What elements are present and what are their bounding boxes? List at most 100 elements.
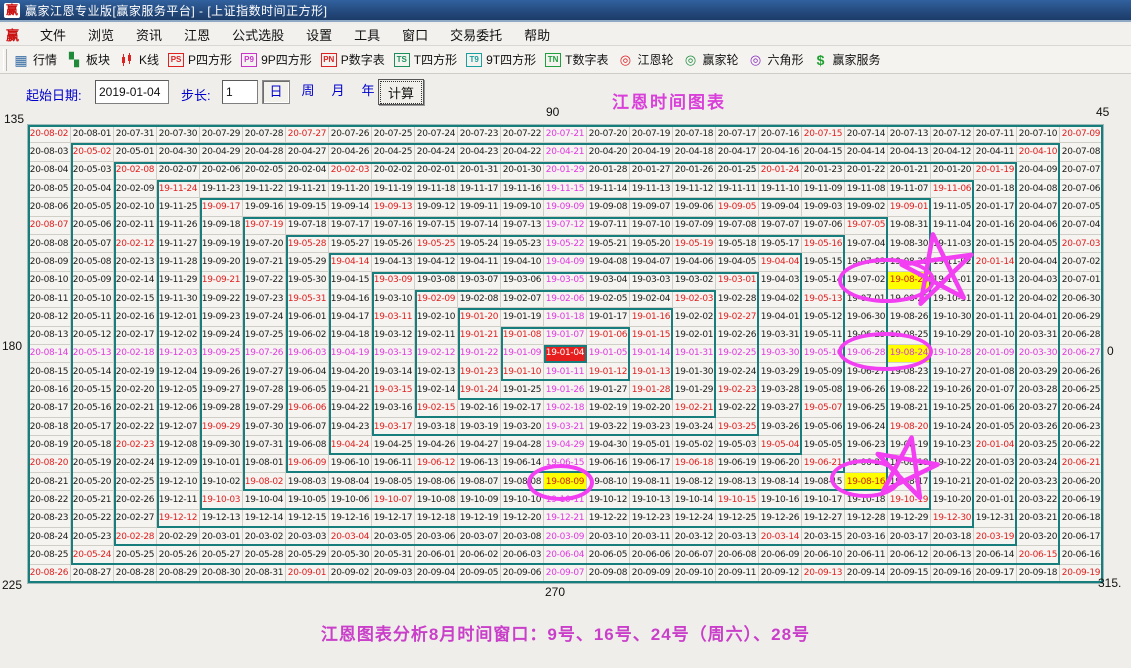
period-button-年[interactable]: 年 <box>354 80 382 104</box>
date-cell[interactable]: 19-09-25 <box>200 345 243 363</box>
date-cell[interactable]: 19-01-13 <box>630 363 673 381</box>
date-cell[interactable]: 19-10-31 <box>931 290 974 308</box>
date-cell[interactable]: 19-10-05 <box>286 491 329 509</box>
date-cell[interactable]: 19-07-16 <box>372 217 415 235</box>
date-cell[interactable]: 19-09-12 <box>415 198 458 216</box>
date-cell[interactable]: 19-04-10 <box>501 253 544 271</box>
date-cell[interactable]: 19-03-18 <box>415 418 458 436</box>
date-cell[interactable]: 20-02-13 <box>114 253 157 271</box>
date-cell[interactable]: 19-07-24 <box>243 308 286 326</box>
toolbar-button-K线[interactable]: K线 <box>119 51 159 68</box>
date-cell[interactable]: 19-04-27 <box>458 436 501 454</box>
date-cell[interactable]: 19-04-19 <box>329 345 372 363</box>
date-cell[interactable]: 19-08-26 <box>888 308 931 326</box>
date-cell[interactable]: 20-02-07 <box>157 162 200 180</box>
date-cell[interactable]: 20-01-11 <box>974 308 1017 326</box>
date-cell[interactable]: 19-09-01 <box>888 198 931 216</box>
date-cell[interactable]: 20-05-20 <box>71 473 114 491</box>
date-cell[interactable]: 20-05-14 <box>71 363 114 381</box>
date-cell[interactable]: 19-11-26 <box>157 217 200 235</box>
date-cell[interactable]: 20-01-29 <box>544 162 587 180</box>
date-cell[interactable]: 19-02-18 <box>544 400 587 418</box>
date-cell[interactable]: 20-02-11 <box>114 217 157 235</box>
date-cell[interactable]: 20-08-08 <box>28 235 71 253</box>
date-cell[interactable]: 20-04-05 <box>1017 235 1060 253</box>
date-cell[interactable]: 20-04-03 <box>1017 272 1060 290</box>
date-cell[interactable]: 19-07-23 <box>243 290 286 308</box>
date-cell[interactable]: 19-11-29 <box>157 272 200 290</box>
date-cell[interactable]: 19-04-16 <box>329 290 372 308</box>
date-cell[interactable]: 19-11-27 <box>157 235 200 253</box>
date-cell[interactable]: 19-07-17 <box>329 217 372 235</box>
date-cell[interactable]: 20-08-26 <box>28 565 71 583</box>
date-cell[interactable]: 20-04-17 <box>716 143 759 161</box>
date-cell[interactable]: 19-12-11 <box>157 491 200 509</box>
date-cell[interactable]: 20-09-07 <box>544 565 587 583</box>
date-cell[interactable]: 19-06-27 <box>845 363 888 381</box>
date-cell[interactable]: 20-01-03 <box>974 455 1017 473</box>
date-cell[interactable]: 19-08-27 <box>888 290 931 308</box>
date-cell[interactable]: 19-12-07 <box>157 418 200 436</box>
date-cell[interactable]: 20-04-10 <box>1017 143 1060 161</box>
date-cell[interactable]: 20-03-29 <box>1017 363 1060 381</box>
date-cell[interactable]: 20-08-27 <box>71 565 114 583</box>
date-cell[interactable]: 20-04-04 <box>1017 253 1060 271</box>
date-cell[interactable]: 20-01-21 <box>888 162 931 180</box>
date-cell[interactable]: 20-04-29 <box>200 143 243 161</box>
date-cell[interactable]: 19-09-27 <box>200 381 243 399</box>
date-cell[interactable]: 19-03-06 <box>501 272 544 290</box>
date-cell[interactable]: 19-05-11 <box>802 327 845 345</box>
date-cell[interactable]: 20-06-07 <box>673 546 716 564</box>
date-cell[interactable]: 19-06-07 <box>286 418 329 436</box>
date-cell[interactable]: 20-06-18 <box>1060 510 1103 528</box>
date-cell[interactable]: 19-12-26 <box>759 510 802 528</box>
date-cell[interactable]: 20-08-07 <box>28 217 71 235</box>
date-cell[interactable]: 19-08-22 <box>888 381 931 399</box>
date-cell[interactable]: 20-07-31 <box>114 125 157 143</box>
date-cell[interactable]: 20-04-18 <box>673 143 716 161</box>
date-cell[interactable]: 20-04-08 <box>1017 180 1060 198</box>
date-cell[interactable]: 20-07-01 <box>1060 272 1103 290</box>
date-cell[interactable]: 20-08-18 <box>28 418 71 436</box>
date-cell[interactable]: 19-05-20 <box>630 235 673 253</box>
date-cell[interactable]: 19-10-01 <box>200 455 243 473</box>
date-cell[interactable]: 19-09-07 <box>630 198 673 216</box>
date-cell[interactable]: 20-01-17 <box>974 198 1017 216</box>
date-cell[interactable]: 20-03-27 <box>1017 400 1060 418</box>
date-cell[interactable]: 20-02-12 <box>114 235 157 253</box>
step-input[interactable] <box>222 80 258 104</box>
date-cell[interactable]: 20-06-20 <box>1060 473 1103 491</box>
date-cell[interactable]: 20-04-07 <box>1017 198 1060 216</box>
date-cell[interactable]: 20-06-01 <box>415 546 458 564</box>
start-date-cell[interactable]: 19-01-04 <box>544 345 587 363</box>
date-cell[interactable]: 20-09-08 <box>587 565 630 583</box>
date-cell[interactable]: 19-03-16 <box>372 400 415 418</box>
date-cell[interactable]: 20-08-16 <box>28 381 71 399</box>
date-cell[interactable]: 20-05-02 <box>71 143 114 161</box>
date-cell[interactable]: 19-10-07 <box>372 491 415 509</box>
date-cell[interactable]: 20-05-17 <box>71 418 114 436</box>
date-cell[interactable]: 20-05-12 <box>71 327 114 345</box>
date-cell[interactable]: 20-06-11 <box>845 546 888 564</box>
date-cell[interactable]: 19-05-10 <box>802 345 845 363</box>
date-cell[interactable]: 19-12-05 <box>157 381 200 399</box>
date-cell[interactable]: 20-03-15 <box>802 528 845 546</box>
date-cell[interactable]: 19-05-16 <box>802 235 845 253</box>
date-cell[interactable]: 19-09-04 <box>759 198 802 216</box>
date-cell[interactable]: 19-09-17 <box>200 198 243 216</box>
date-cell[interactable]: 20-03-31 <box>1017 327 1060 345</box>
date-cell[interactable]: 20-09-18 <box>1017 565 1060 583</box>
date-cell[interactable]: 19-03-13 <box>372 345 415 363</box>
date-cell[interactable]: 19-03-20 <box>501 418 544 436</box>
date-cell[interactable]: 19-12-24 <box>673 510 716 528</box>
date-cell[interactable]: 19-06-23 <box>845 436 888 454</box>
date-cell[interactable]: 20-03-14 <box>759 528 802 546</box>
date-cell[interactable]: 19-10-09 <box>458 491 501 509</box>
date-cell[interactable]: 19-05-01 <box>630 436 673 454</box>
date-cell[interactable]: 20-07-17 <box>716 125 759 143</box>
date-cell[interactable]: 19-05-24 <box>458 235 501 253</box>
date-cell[interactable]: 20-01-24 <box>759 162 802 180</box>
date-cell[interactable]: 20-08-29 <box>157 565 200 583</box>
date-cell[interactable]: 20-02-24 <box>114 455 157 473</box>
date-cell[interactable]: 20-02-15 <box>114 290 157 308</box>
